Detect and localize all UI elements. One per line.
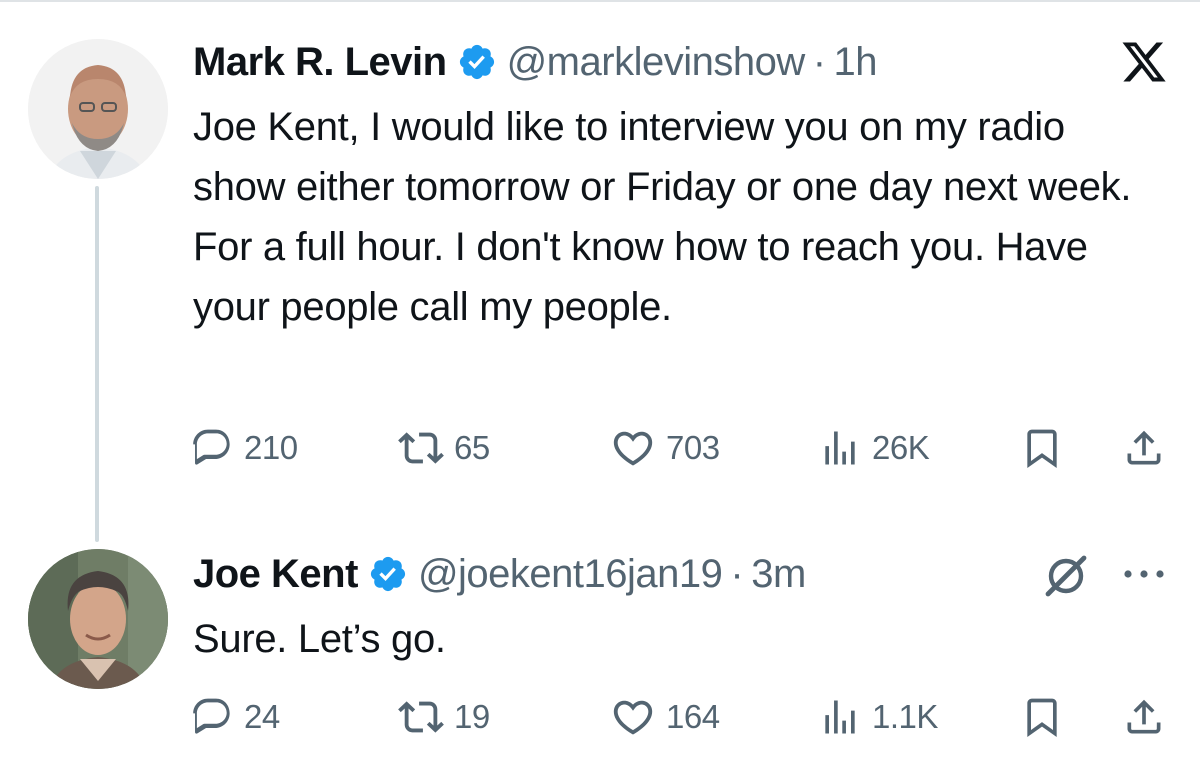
bookmark-icon (1027, 429, 1057, 469)
share-button[interactable] (1122, 423, 1166, 473)
like-button[interactable]: 164 (610, 692, 720, 742)
tweet-actions: 210 65 703 26K (190, 423, 1180, 473)
views-button[interactable]: 1.1K (818, 692, 938, 742)
like-button[interactable]: 703 (610, 423, 720, 473)
views-icon (825, 700, 855, 734)
repost-button[interactable]: 65 (398, 423, 490, 473)
like-count: 703 (666, 429, 720, 466)
avatar-mark-levin[interactable] (28, 39, 168, 179)
tweet-text: Sure. Let’s go. (193, 617, 446, 661)
share-icon (1127, 430, 1161, 465)
heart-icon (613, 431, 653, 466)
grok-icon[interactable] (1042, 552, 1090, 600)
reply-button[interactable]: 210 (190, 423, 298, 473)
tweet-timestamp[interactable]: 1h (834, 40, 878, 85)
verified-badge-icon (370, 556, 406, 592)
views-icon (825, 431, 855, 465)
tweet-text: Joe Kent, I would like to interview you … (193, 105, 1132, 329)
tweet-header: Mark R. Levin @marklevinshow · 1h (193, 36, 878, 88)
separator-dot: · (730, 551, 744, 596)
repost-icon (398, 701, 444, 733)
tweet-header: Joe Kent @joekent16jan19 · 3m (193, 548, 806, 600)
avatar-joe-kent[interactable] (28, 549, 168, 689)
share-icon (1127, 699, 1161, 734)
verified-badge-icon (459, 44, 494, 80)
bookmark-button[interactable] (1020, 692, 1064, 742)
reply-count: 210 (244, 429, 298, 466)
share-button[interactable] (1122, 692, 1166, 742)
author-name[interactable]: Mark R. Levin (193, 40, 447, 85)
thread-connector-line (95, 186, 99, 542)
reply-icon (193, 698, 230, 734)
repost-button[interactable]: 19 (398, 692, 490, 742)
heart-icon (613, 700, 653, 735)
separator-dot: · (812, 39, 826, 84)
author-handle[interactable]: @marklevinshow (507, 40, 806, 85)
more-icon[interactable] (1118, 562, 1170, 586)
reply-icon (193, 429, 230, 465)
bookmark-icon (1027, 698, 1057, 738)
views-count: 1.1K (872, 698, 938, 735)
views-count: 26K (872, 429, 930, 466)
bookmark-button[interactable] (1020, 423, 1064, 473)
tweet-actions: 24 19 164 1.1K (190, 692, 1180, 742)
author-name[interactable]: Joe Kent (193, 552, 358, 597)
repost-count: 65 (454, 429, 490, 466)
repost-count: 19 (454, 698, 490, 735)
reply-count: 24 (244, 698, 280, 735)
reply-button[interactable]: 24 (190, 692, 280, 742)
like-count: 164 (666, 698, 720, 735)
author-handle[interactable]: @joekent16jan19 (418, 552, 723, 597)
top-divider (0, 0, 1200, 2)
repost-icon (398, 432, 444, 464)
views-button[interactable]: 26K (818, 423, 930, 473)
tweet-timestamp[interactable]: 3m (751, 552, 806, 597)
x-logo-icon (1122, 42, 1166, 82)
